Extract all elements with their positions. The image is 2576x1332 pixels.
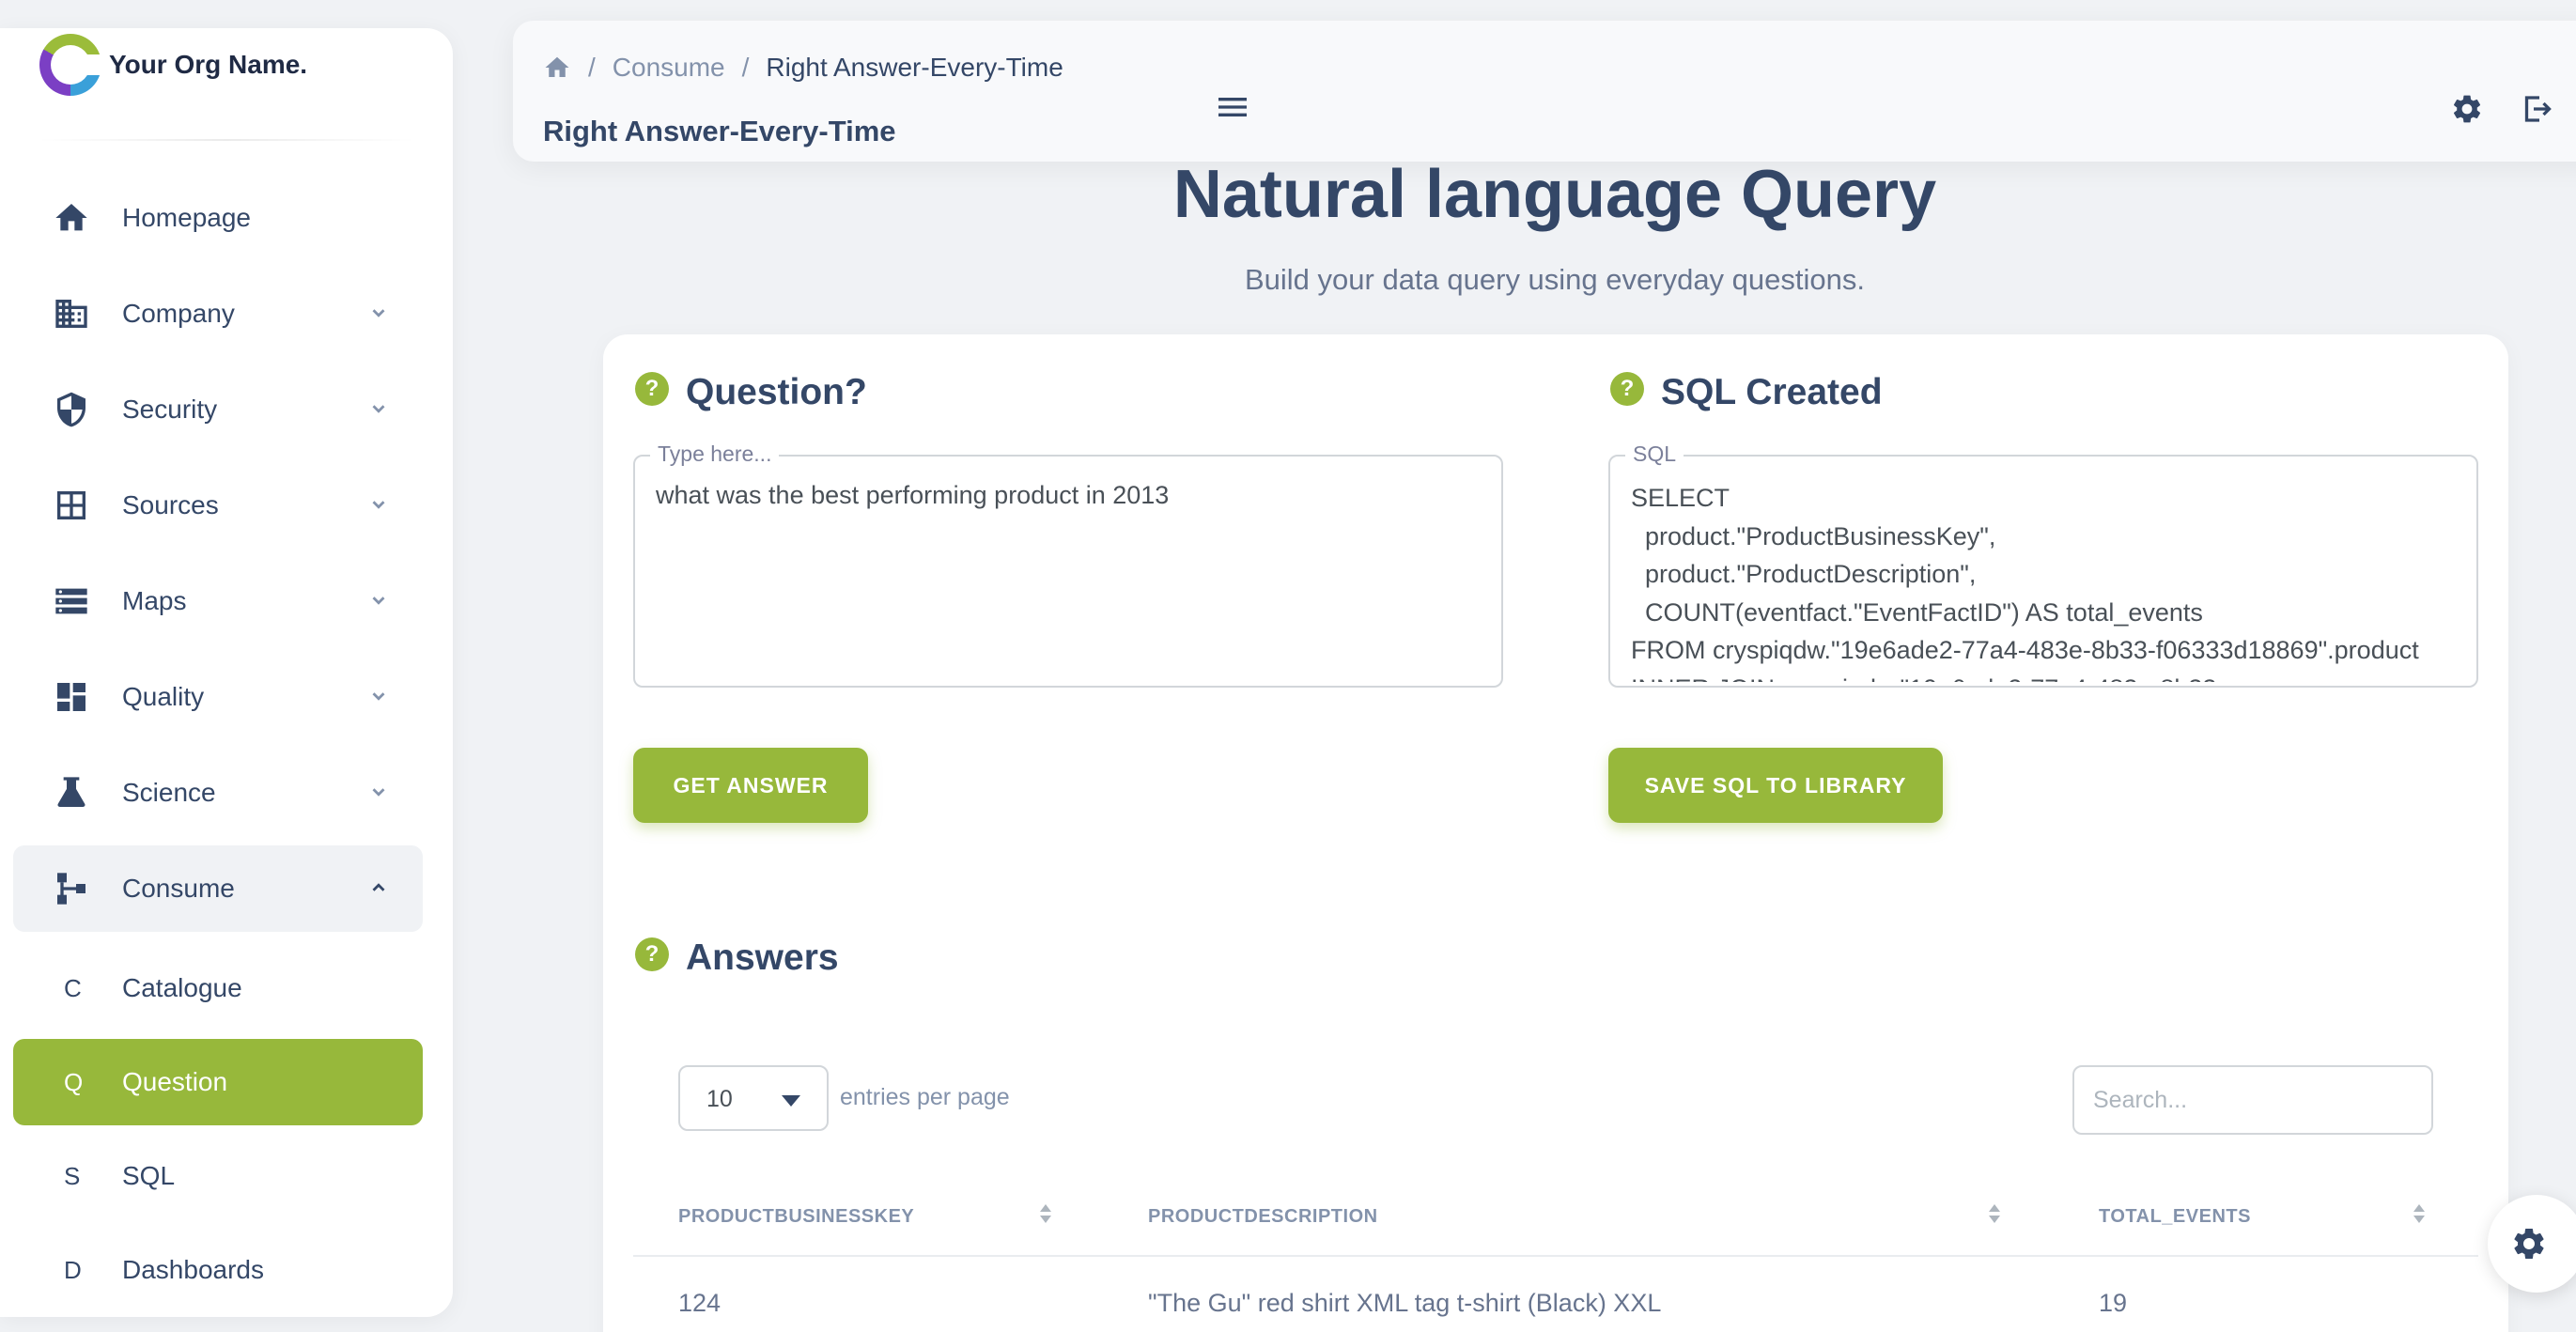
flask-icon [57, 777, 85, 807]
question-field-label: Type here... [650, 441, 780, 467]
org-logo-icon [39, 34, 103, 96]
entries-per-page-select[interactable]: 10 [678, 1065, 829, 1131]
sidebar-subitem-catalogue[interactable]: C Catalogue [13, 945, 423, 1031]
logout-icon[interactable] [2520, 92, 2553, 126]
sub-item-letter: D [64, 1255, 82, 1284]
sidebar-item-label: Consume [122, 874, 235, 903]
table-cell-total-events: 19 [2099, 1289, 2128, 1317]
gear-icon [2514, 1229, 2544, 1259]
grid-icon [57, 491, 85, 519]
sql-code[interactable]: SELECT product."ProductBusinessKey", pro… [1631, 479, 2463, 682]
sql-title: SQL Created [1661, 372, 1883, 412]
sort-icon[interactable] [2413, 1202, 2426, 1227]
sidebar-subitem-dashboards[interactable]: D Dashboards [13, 1227, 423, 1313]
sidebar-item-label: Science [122, 778, 216, 807]
sidebar-item-sources[interactable]: Sources [13, 462, 423, 549]
table-search-input[interactable] [2072, 1065, 2433, 1135]
question-input-value[interactable]: what was the best performing product in … [656, 481, 1482, 510]
question-textarea[interactable]: Type here... what was the best performin… [633, 441, 1503, 688]
question-help-icon[interactable]: ? [635, 372, 669, 406]
sidebar-item-label: Maps [122, 586, 187, 615]
breadcrumb-consume[interactable]: Consume [613, 53, 725, 83]
sub-item-label: Dashboards [122, 1255, 264, 1284]
page-title: Right Answer-Every-Time [543, 115, 896, 147]
sidebar-item-label: Company [122, 299, 235, 328]
chevron-down-icon [372, 501, 385, 509]
answers-title: Answers [686, 937, 839, 978]
chevron-down-icon [372, 692, 385, 701]
menu-icon[interactable] [1214, 88, 1251, 126]
breadcrumb: / Consume / Right Answer-Every-Time [543, 53, 1063, 83]
floating-settings-button[interactable] [2488, 1195, 2576, 1293]
sql-field-label: SQL [1625, 441, 1684, 467]
sub-item-letter: C [64, 973, 82, 1002]
sidebar-subitem-sql[interactable]: S SQL [13, 1133, 423, 1219]
home-icon[interactable] [543, 54, 571, 82]
sub-item-label: Catalogue [122, 973, 242, 1002]
breadcrumb-separator: / [741, 53, 750, 82]
table-cell-productdescription: "The Gu" red shirt XML tag t-shirt (Blac… [1148, 1289, 1662, 1317]
entries-label: entries per page [840, 1084, 1010, 1110]
sidebar-item-maps[interactable]: Maps [13, 558, 423, 644]
shield-icon [57, 392, 85, 427]
save-sql-button[interactable]: SAVE SQL TO LIBRARY [1608, 748, 1943, 823]
sidebar-item-label: Security [122, 395, 218, 424]
sql-help-icon[interactable]: ? [1610, 372, 1644, 406]
sidebar-item-consume[interactable]: Consume [13, 845, 423, 932]
chevron-down-icon [372, 596, 385, 605]
sidebar-item-label: Quality [122, 682, 205, 711]
chevron-up-icon [372, 883, 385, 891]
building-icon [55, 300, 87, 328]
table-divider [633, 1255, 2478, 1257]
sidebar-subitem-question[interactable]: Q Question [13, 1039, 423, 1125]
sub-item-label: SQL [122, 1161, 176, 1190]
sql-textarea[interactable]: SQL SELECT product."ProductBusinessKey",… [1608, 441, 2478, 688]
column-header-productdescription[interactable]: PRODUCTDESCRIPTION [1148, 1206, 1378, 1228]
sidebar-item-label: Sources [122, 490, 219, 519]
brand-name: Your Org Name. [109, 50, 308, 79]
get-answer-button[interactable]: GET ANSWER [633, 748, 868, 823]
caret-down-icon [782, 1095, 800, 1107]
chevron-down-icon [372, 788, 385, 797]
list-icon [55, 588, 87, 614]
entries-value: 10 [706, 1086, 733, 1112]
column-header-productbusinesskey[interactable]: PRODUCTBUSINESSKEY [678, 1206, 914, 1228]
main-title: Natural language Query [1172, 157, 1937, 232]
chevron-down-icon [372, 405, 385, 413]
gear-icon[interactable] [2450, 92, 2484, 126]
main-subtitle: Build your data query using everyday que… [1244, 263, 1865, 296]
question-title: Question? [686, 372, 867, 412]
sort-icon[interactable] [1039, 1202, 1052, 1227]
column-header-total-events[interactable]: TOTAL_EVENTS [2099, 1206, 2251, 1228]
answers-help-icon[interactable]: ? [635, 937, 669, 971]
sidebar-item-security[interactable]: Security [13, 366, 423, 453]
sub-item-label: Question [122, 1067, 228, 1096]
brand[interactable]: Your Org Name. [39, 34, 307, 96]
sidebar-item-quality[interactable]: Quality [13, 654, 423, 740]
chevron-down-icon [372, 309, 385, 318]
dashboard-icon [57, 683, 85, 711]
sub-item-letter: Q [64, 1067, 84, 1096]
sidebar-divider [38, 139, 415, 141]
sort-icon[interactable] [1988, 1202, 2001, 1227]
table-cell-productbusinesskey: 124 [678, 1289, 722, 1317]
sidebar-item-science[interactable]: Science [13, 750, 423, 836]
sub-item-letter: S [64, 1161, 81, 1190]
breadcrumb-separator: / [588, 53, 596, 82]
tree-icon [57, 873, 85, 905]
breadcrumb-current: Right Answer-Every-Time [766, 53, 1063, 82]
top-navbar: / Consume / Right Answer-Every-Time Righ… [513, 21, 2576, 162]
